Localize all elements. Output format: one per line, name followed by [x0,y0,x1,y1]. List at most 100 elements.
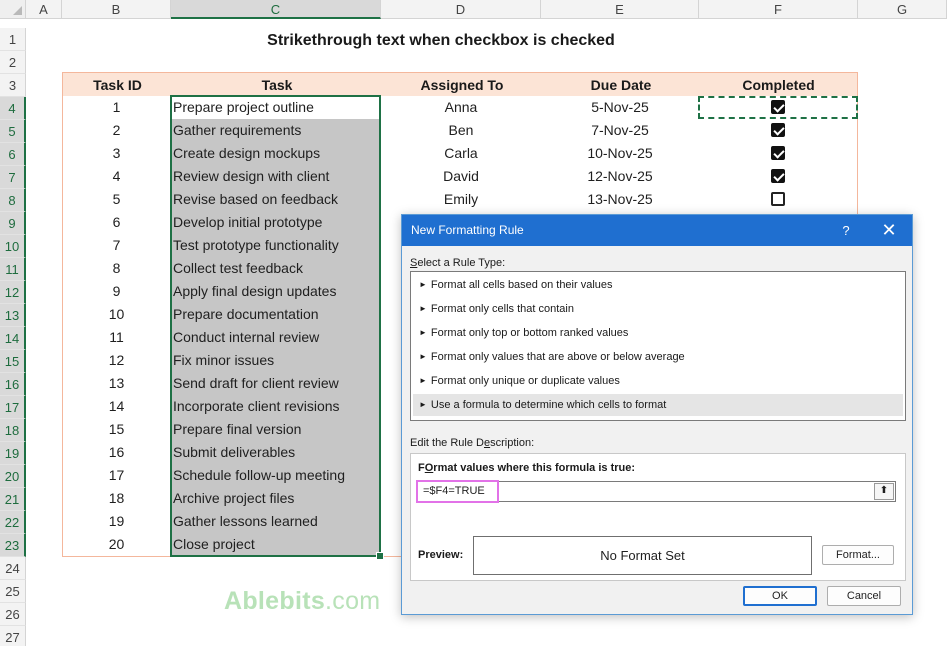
task-id-cell[interactable]: 8 [62,257,171,280]
task-id-cell[interactable]: 16 [62,441,171,464]
due-date-cell[interactable]: 10-Nov-25 [541,142,699,165]
arrow-right-icon: ► [419,280,427,290]
edit-rule-description-label: Edit the Rule Description: [410,437,534,449]
due-date-cell[interactable]: 12-Nov-25 [541,165,699,188]
row-header-2[interactable]: 2 [0,51,26,74]
row-header-9[interactable]: 9 [0,212,26,235]
task-id-cell[interactable]: 17 [62,464,171,487]
completed-cell[interactable] [699,119,856,142]
formula-label: FOrmat values where this formula is true… [418,462,635,474]
row-header-8[interactable]: 8 [0,189,26,212]
header-assigned-to[interactable]: Assigned To [382,73,542,96]
task-id-cell[interactable]: 18 [62,487,171,510]
task-id-cell[interactable]: 3 [62,142,171,165]
task-id-cell[interactable]: 15 [62,418,171,441]
row-header-11[interactable]: 11 [0,258,26,281]
task-id-cell[interactable]: 19 [62,510,171,533]
assigned-to-cell[interactable]: Anna [381,96,541,119]
row-header-12[interactable]: 12 [0,281,26,304]
header-due-date[interactable]: Due Date [542,73,700,96]
task-id-cell[interactable]: 7 [62,234,171,257]
column-header-e[interactable]: E [541,0,699,19]
checkbox-checked[interactable] [770,146,785,161]
task-id-cell[interactable]: 20 [62,533,171,556]
rule-type-list[interactable]: ► Format all cells based on their values ►… [410,271,906,421]
checkbox-checked[interactable] [770,123,785,138]
column-header-c[interactable]: C [171,0,381,19]
checkbox-unchecked[interactable] [770,192,785,207]
due-date-cell[interactable]: 13-Nov-25 [541,188,699,211]
selected-range-c4-c23[interactable] [170,95,384,560]
assigned-to-cell[interactable]: Ben [381,119,541,142]
task-id-cell[interactable]: 11 [62,326,171,349]
task-id-cell[interactable]: 12 [62,349,171,372]
task-id-cell[interactable]: 2 [62,119,171,142]
row-header-23[interactable]: 23 [0,534,26,557]
column-header-b[interactable]: B [62,0,171,19]
row-header-7[interactable]: 7 [0,166,26,189]
rule-type-item[interactable]: ► Format all cells based on their values [413,274,903,296]
row-header-26[interactable]: 26 [0,603,26,626]
row-header-20[interactable]: 20 [0,465,26,488]
row-header-18[interactable]: 18 [0,419,26,442]
completed-cell[interactable] [699,165,856,188]
column-header-f[interactable]: F [699,0,858,19]
row-header-3[interactable]: 3 [0,74,26,97]
cell-f4-marquee[interactable] [698,96,858,119]
rule-type-item[interactable]: ► Use a formula to determine which cells … [413,394,903,416]
header-completed[interactable]: Completed [700,73,857,96]
row-header-15[interactable]: 15 [0,350,26,373]
row-header-24[interactable]: 24 [0,557,26,580]
task-id-cell[interactable]: 5 [62,188,171,211]
select-all-corner[interactable] [0,0,26,19]
task-id-cell[interactable]: 6 [62,211,171,234]
row-header-22[interactable]: 22 [0,511,26,534]
row-header-21[interactable]: 21 [0,488,26,511]
row-header-10[interactable]: 10 [0,235,26,258]
rule-type-label: Format only values that are above or bel… [430,351,685,363]
row-header-1[interactable]: 1 [0,28,26,51]
row-header-17[interactable]: 17 [0,396,26,419]
rule-type-item[interactable]: ► Format only values that are above or be… [413,346,903,368]
rule-type-item[interactable]: ► Format only cells that contain [413,298,903,320]
column-header-g[interactable]: G [858,0,947,19]
cancel-button[interactable]: Cancel [827,586,901,606]
completed-cell[interactable] [699,142,856,165]
completed-cell[interactable] [699,188,856,211]
task-id-cell[interactable]: 9 [62,280,171,303]
rule-type-item[interactable]: ► Format only unique or duplicate values [413,370,903,392]
task-id-cell[interactable]: 1 [62,96,171,119]
column-header-d[interactable]: D [381,0,541,19]
row-header-19[interactable]: 19 [0,442,26,465]
help-button[interactable]: ? [834,215,858,246]
ablebits-watermark: Ablebits.com [224,587,380,616]
formula-label-rest: rmat values where this formula is true: [433,462,636,474]
due-date-cell[interactable]: 7-Nov-25 [541,119,699,142]
collapse-dialog-button[interactable]: ⬆ [874,483,894,500]
assigned-to-cell[interactable]: Emily [381,188,541,211]
task-id-cell[interactable]: 13 [62,372,171,395]
task-id-cell[interactable]: 4 [62,165,171,188]
close-button[interactable]: ✕ [874,215,904,246]
header-task-id[interactable]: Task ID [63,73,172,96]
format-button[interactable]: Format... [822,545,894,565]
row-header-6[interactable]: 6 [0,143,26,166]
assigned-to-cell[interactable]: Carla [381,142,541,165]
due-date-cell[interactable]: 5-Nov-25 [541,96,699,119]
row-header-16[interactable]: 16 [0,373,26,396]
row-header-14[interactable]: 14 [0,327,26,350]
ok-button[interactable]: OK [743,586,817,606]
assigned-to-cell[interactable]: David [381,165,541,188]
row-header-5[interactable]: 5 [0,120,26,143]
row-header-25[interactable]: 25 [0,580,26,603]
row-header-13[interactable]: 13 [0,304,26,327]
dialog-title-bar[interactable]: New Formatting Rule ? ✕ [402,215,912,246]
header-task[interactable]: Task [172,73,382,96]
rule-type-item[interactable]: ► Format only top or bottom ranked values [413,322,903,344]
task-id-cell[interactable]: 14 [62,395,171,418]
row-header-27[interactable]: 27 [0,626,26,646]
task-id-cell[interactable]: 10 [62,303,171,326]
checkbox-checked[interactable] [770,169,785,184]
row-header-4[interactable]: 4 [0,97,26,120]
column-header-a[interactable]: A [26,0,62,19]
